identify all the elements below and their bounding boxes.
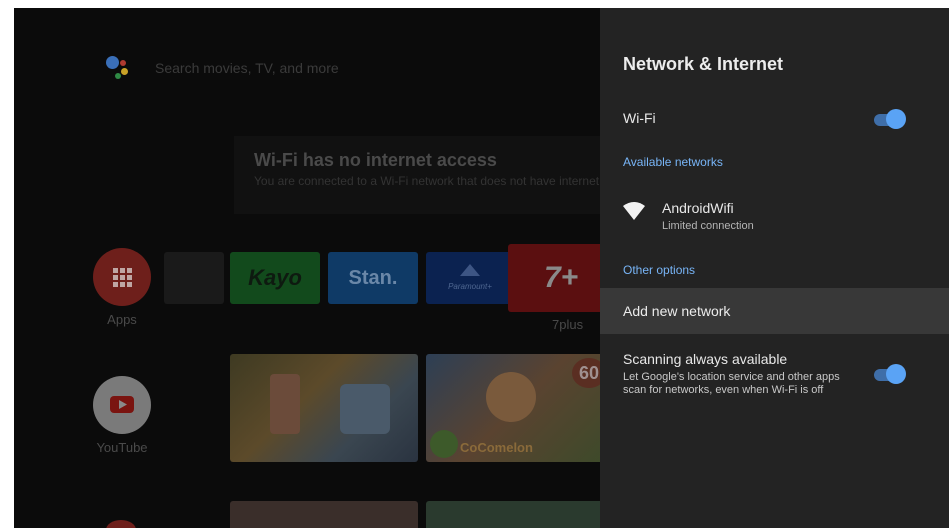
wifi-toggle[interactable]: [872, 109, 906, 129]
paramount-mountain-icon: [460, 264, 480, 276]
stan-logo: Stan.: [348, 266, 398, 289]
channel-tile-paramount[interactable]: Paramount+: [426, 252, 514, 304]
wifi-label[interactable]: Wi-Fi: [623, 110, 656, 126]
search-placeholder[interactable]: Search movies, TV, and more: [155, 60, 339, 76]
kayo-logo: Kayo: [248, 265, 302, 290]
7plus-logo: 7+: [544, 261, 579, 294]
toast-title: Wi-Fi has no internet access: [254, 150, 497, 170]
paramount-logo: Paramount+: [448, 281, 492, 291]
scanning-label[interactable]: Scanning always available: [623, 351, 787, 367]
network-status: Limited connection: [662, 220, 754, 232]
network-settings-panel: Network & Internet Wi-Fi Available netwo…: [600, 8, 949, 528]
tv-screen: Search movies, TV, and more Wi-Fi has no…: [14, 8, 949, 528]
channel-tile-stan[interactable]: Stan.: [328, 252, 418, 304]
no-internet-toast: Wi-Fi has no internet access You are con…: [234, 136, 640, 214]
youtube-icon: [93, 376, 151, 434]
wifi-signal-icon: [623, 202, 645, 220]
partial-app-icon[interactable]: [106, 520, 136, 528]
apps-grid-icon: [93, 248, 151, 306]
cocomelon-logo: CoComelon: [460, 440, 533, 455]
add-new-network-row[interactable]: Add new network: [600, 288, 949, 334]
add-new-network-label: Add new network: [623, 303, 731, 319]
available-networks-header: Available networks: [623, 155, 723, 169]
channel-tile-7plus[interactable]: 7+: [508, 244, 608, 312]
home-screen: Search movies, TV, and more Wi-Fi has no…: [14, 8, 640, 528]
youtube-app[interactable]: YouTube: [92, 376, 152, 455]
channel-tile-kayo[interactable]: Kayo: [230, 252, 320, 304]
scanning-description: Let Google's location service and other …: [623, 371, 840, 396]
7plus-label: 7plus: [552, 317, 584, 332]
video-thumbnail-cocomelon[interactable]: CoComelon 60: [426, 354, 606, 462]
panel-title: Network & Internet: [623, 54, 784, 74]
apps-launcher[interactable]: Apps: [92, 248, 152, 327]
network-name[interactable]: AndroidWifi: [662, 200, 734, 216]
google-assistant-icon[interactable]: [106, 56, 136, 84]
channel-tile-partial[interactable]: [164, 252, 224, 304]
apps-label: Apps: [107, 312, 137, 327]
video-thumbnail-toys[interactable]: [230, 354, 418, 462]
video-thumbnail-partial-2[interactable]: [426, 501, 606, 528]
youtube-label: YouTube: [96, 440, 148, 455]
video-thumbnail-partial-1[interactable]: [230, 501, 418, 528]
toast-body: You are connected to a Wi-Fi network tha…: [254, 174, 640, 188]
other-options-header: Other options: [623, 263, 696, 277]
scanning-toggle[interactable]: [872, 364, 906, 384]
